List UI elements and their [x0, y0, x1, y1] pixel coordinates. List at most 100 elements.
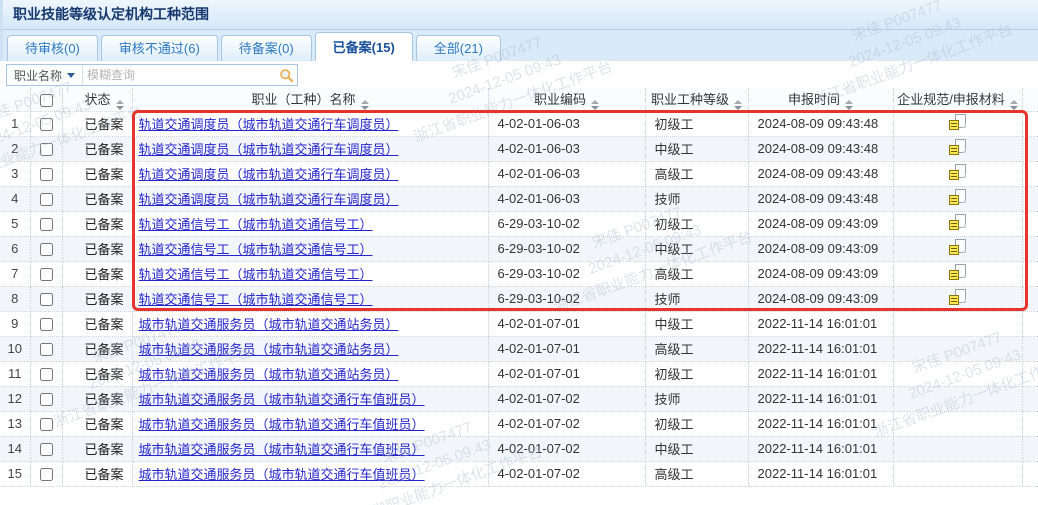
tab-all[interactable]: 全部(21) — [416, 35, 501, 61]
row-number: 3 — [0, 161, 30, 186]
job-name-link[interactable]: 城市轨道交通服务员（城市轨道交通行车值班员） — [139, 467, 425, 482]
row-checkbox[interactable] — [40, 368, 53, 381]
row-checkbox[interactable] — [40, 343, 53, 356]
tab-pending-review[interactable]: 待审核(0) — [7, 35, 98, 61]
code-cell: 6-29-03-10-02 — [488, 286, 645, 311]
column-header-level[interactable]: 职业工种等级 — [645, 88, 748, 111]
column-header-material[interactable]: 企业规范/申报材料 — [893, 88, 1022, 111]
material-cell — [893, 261, 1022, 286]
row-checkbox[interactable] — [40, 118, 53, 131]
row-checkbox[interactable] — [40, 468, 53, 481]
column-header-code[interactable]: 职业编码 — [488, 88, 645, 111]
material-doc-icon[interactable] — [949, 214, 966, 230]
filler-cell — [1022, 186, 1038, 211]
sort-icon[interactable] — [734, 100, 742, 110]
code-cell: 4-02-01-06-03 — [488, 136, 645, 161]
row-checkbox[interactable] — [40, 418, 53, 431]
sort-icon[interactable] — [361, 100, 369, 110]
search-toolbar: 职业名称 — [0, 61, 1038, 88]
job-name-link[interactable]: 轨道交通调度员（城市轨道交通行车调度员） — [139, 192, 399, 207]
table-row: 2 已备案 轨道交通调度员（城市轨道交通行车调度员） 4-02-01-06-03… — [0, 136, 1038, 161]
column-header-time[interactable]: 申报时间 — [748, 88, 893, 111]
row-checkbox-cell — [30, 211, 62, 236]
tab-filed[interactable]: 已备案(15) — [315, 32, 413, 61]
name-cell: 轨道交通信号工（城市轨道交通信号工） — [132, 286, 488, 311]
status-cell: 已备案 — [62, 186, 132, 211]
row-checkbox[interactable] — [40, 193, 53, 206]
filler-cell — [1022, 286, 1038, 311]
material-doc-icon[interactable] — [949, 164, 966, 180]
row-number: 2 — [0, 136, 30, 161]
status-cell: 已备案 — [62, 111, 132, 136]
job-name-link[interactable]: 城市轨道交通服务员（城市轨道交通行车值班员） — [139, 417, 425, 432]
name-cell: 轨道交通信号工（城市轨道交通信号工） — [132, 261, 488, 286]
status-cell: 已备案 — [62, 136, 132, 161]
sort-icon[interactable] — [1010, 100, 1018, 110]
search-field-selector[interactable]: 职业名称 — [7, 65, 83, 85]
job-name-link[interactable]: 轨道交通调度员（城市轨道交通行车调度员） — [139, 167, 399, 182]
material-cell — [893, 436, 1022, 461]
sort-icon[interactable] — [591, 100, 599, 110]
search-input[interactable] — [83, 66, 275, 84]
row-checkbox-cell — [30, 461, 62, 486]
code-cell: 4-02-01-07-01 — [488, 336, 645, 361]
select-all-checkbox[interactable] — [40, 94, 53, 107]
job-name-link[interactable]: 轨道交通信号工（城市轨道交通信号工） — [139, 267, 373, 282]
row-checkbox[interactable] — [40, 168, 53, 181]
row-checkbox-cell — [30, 336, 62, 361]
job-name-link[interactable]: 轨道交通信号工（城市轨道交通信号工） — [139, 292, 373, 307]
material-doc-icon[interactable] — [949, 139, 966, 155]
table-row: 4 已备案 轨道交通调度员（城市轨道交通行车调度员） 4-02-01-06-03… — [0, 186, 1038, 211]
filler-cell — [1022, 111, 1038, 136]
sort-icon[interactable] — [116, 100, 124, 110]
page-title: 职业技能等级认定机构工种范围 — [0, 0, 1038, 30]
status-cell: 已备案 — [62, 386, 132, 411]
job-name-link[interactable]: 城市轨道交通服务员（城市轨道交通行车值班员） — [139, 392, 425, 407]
row-checkbox[interactable] — [40, 443, 53, 456]
job-name-link[interactable]: 轨道交通信号工（城市轨道交通信号工） — [139, 217, 373, 232]
material-cell — [893, 211, 1022, 236]
job-name-link[interactable]: 轨道交通调度员（城市轨道交通行车调度员） — [139, 117, 399, 132]
status-cell: 已备案 — [62, 161, 132, 186]
row-checkbox[interactable] — [40, 268, 53, 281]
code-cell: 4-02-01-07-02 — [488, 461, 645, 486]
row-checkbox[interactable] — [40, 218, 53, 231]
filler-cell — [1022, 261, 1038, 286]
job-name-link[interactable]: 城市轨道交通服务员（城市轨道交通站务员） — [139, 367, 399, 382]
code-cell: 4-02-01-07-01 — [488, 311, 645, 336]
job-name-link[interactable]: 轨道交通信号工（城市轨道交通信号工） — [139, 242, 373, 257]
row-checkbox[interactable] — [40, 393, 53, 406]
material-cell — [893, 386, 1022, 411]
job-name-link[interactable]: 城市轨道交通服务员（城市轨道交通行车值班员） — [139, 442, 425, 457]
search-button[interactable] — [275, 65, 297, 85]
column-label: 状态 — [85, 92, 111, 107]
material-doc-icon[interactable] — [949, 114, 966, 130]
level-cell: 中级工 — [645, 311, 748, 336]
row-checkbox[interactable] — [40, 243, 53, 256]
sort-icon[interactable] — [845, 100, 853, 110]
job-name-link[interactable]: 城市轨道交通服务员（城市轨道交通站务员） — [139, 342, 399, 357]
tab-pending-filing[interactable]: 待备案(0) — [221, 35, 312, 61]
material-doc-icon[interactable] — [949, 289, 966, 305]
row-checkbox[interactable] — [40, 293, 53, 306]
status-cell: 已备案 — [62, 211, 132, 236]
search-field-label: 职业名称 — [14, 67, 62, 84]
job-name-link[interactable]: 轨道交通调度员（城市轨道交通行车调度员） — [139, 142, 399, 157]
job-name-link[interactable]: 城市轨道交通服务员（城市轨道交通站务员） — [139, 317, 399, 332]
material-doc-icon[interactable] — [949, 239, 966, 255]
code-cell: 4-02-01-06-03 — [488, 186, 645, 211]
name-cell: 轨道交通信号工（城市轨道交通信号工） — [132, 236, 488, 261]
material-doc-icon[interactable] — [949, 189, 966, 205]
material-doc-icon[interactable] — [949, 264, 966, 280]
level-cell: 技师 — [645, 186, 748, 211]
time-cell: 2022-11-14 16:01:01 — [748, 336, 893, 361]
filler-cell — [1022, 236, 1038, 261]
row-checkbox[interactable] — [40, 318, 53, 331]
column-header-name[interactable]: 职业（工种）名称 — [132, 88, 488, 111]
level-cell: 初级工 — [645, 211, 748, 236]
row-checkbox[interactable] — [40, 143, 53, 156]
search-control: 职业名称 — [6, 64, 298, 86]
column-header-status[interactable]: 状态 — [62, 88, 132, 111]
tab-review-rejected[interactable]: 审核不通过(6) — [101, 35, 218, 61]
level-cell: 中级工 — [645, 436, 748, 461]
